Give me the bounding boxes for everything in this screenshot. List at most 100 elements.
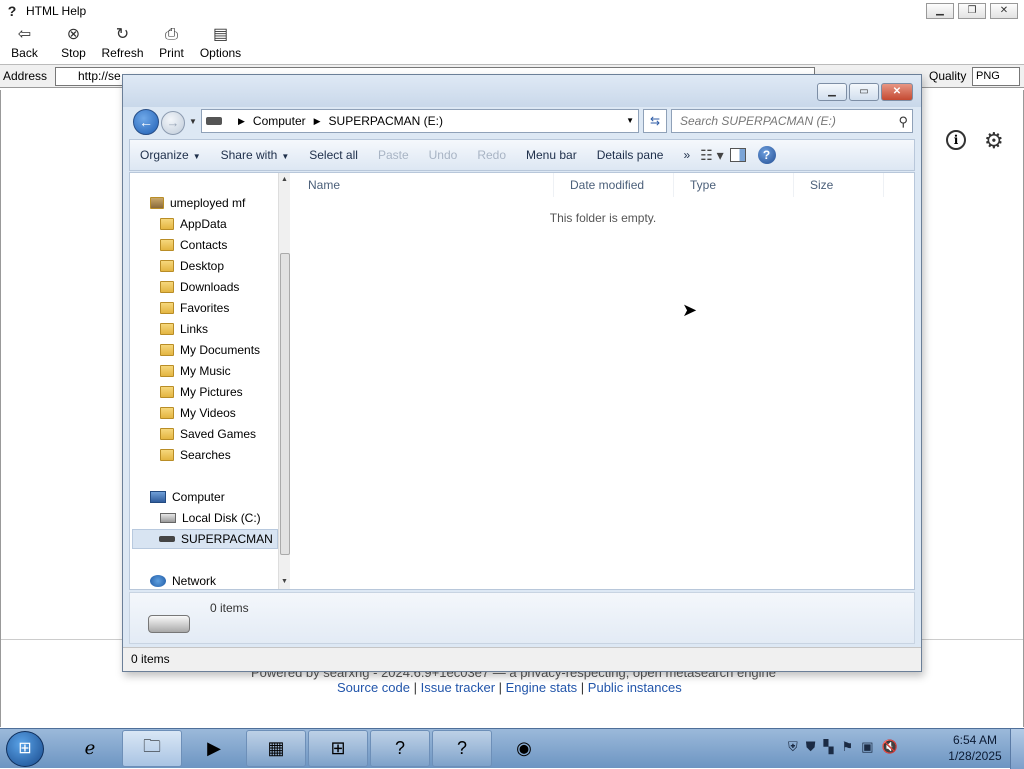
gear-icon[interactable]: ⚙: [984, 128, 1004, 154]
refresh-nav-button[interactable]: ⇆: [643, 109, 667, 133]
tree-item-desktop[interactable]: Desktop: [160, 256, 224, 276]
user-folder-icon: [150, 197, 164, 209]
tree-item-contacts[interactable]: Contacts: [160, 235, 227, 255]
display-icon[interactable]: ▣: [861, 739, 873, 755]
view-options-icon[interactable]: ☷ ▾: [700, 147, 723, 164]
scrollbar-thumb[interactable]: [280, 253, 290, 555]
breadcrumb-chevron-icon[interactable]: ▶: [314, 116, 321, 127]
tree-item-my-music[interactable]: My Music: [160, 361, 231, 381]
tree-item-computer[interactable]: Computer: [150, 487, 225, 507]
address-dropdown-icon[interactable]: ▼: [626, 116, 634, 125]
public-instances-link[interactable]: Public instances: [588, 680, 682, 695]
media-player-taskbar-icon[interactable]: ▶: [184, 730, 244, 767]
help-window-title: HTML Help: [26, 4, 87, 18]
volume-muted-icon[interactable]: 🔇: [881, 739, 897, 755]
issue-tracker-link[interactable]: Issue tracker: [421, 680, 495, 695]
engine-stats-link[interactable]: Engine stats: [506, 680, 578, 695]
removable-drive-icon: [148, 615, 190, 633]
tree-scrollbar[interactable]: ▲ ▼: [278, 173, 290, 589]
explorer-window: ▁ ▭ ✕ ← → ▼ ▶ Computer ▶ SUPERPACMAN (E:…: [122, 74, 922, 672]
tree-item-favorites[interactable]: Favorites: [160, 298, 229, 318]
tree-item-my-videos[interactable]: My Videos: [160, 403, 236, 423]
control-panel-taskbar-button[interactable]: ▦: [246, 730, 306, 767]
flag-icon[interactable]: ⚑: [842, 739, 854, 755]
print-button[interactable]: ⎙ Print: [147, 22, 196, 64]
preview-pane-icon[interactable]: [729, 148, 746, 162]
tree-item-saved-games[interactable]: Saved Games: [160, 424, 256, 444]
breadcrumb-chevron-icon[interactable]: ▶: [238, 116, 245, 127]
folder-icon: [160, 407, 174, 419]
show-desktop-button[interactable]: [1010, 729, 1024, 769]
organize-button[interactable]: Organize ▼: [130, 148, 211, 162]
status-bar: 0 items: [123, 647, 921, 671]
file-list[interactable]: Name Date modified Type Size This folder…: [292, 173, 914, 589]
refresh-icon: ↻: [115, 26, 130, 43]
share-with-button[interactable]: Share with ▼: [211, 148, 300, 162]
tree-item-user[interactable]: umeployed mf: [150, 193, 245, 213]
help-taskbar-button-1[interactable]: ?: [370, 730, 430, 767]
tree-item-superpacman[interactable]: SUPERPACMAN: [132, 529, 278, 549]
network-status-icon[interactable]: ▚: [824, 739, 834, 755]
undo-button[interactable]: Undo: [419, 148, 468, 162]
back-nav-button[interactable]: ←: [133, 109, 159, 135]
internet-explorer-taskbar-icon[interactable]: ℯ: [60, 730, 120, 767]
tree-item-links[interactable]: Links: [160, 319, 208, 339]
info-icon[interactable]: i: [946, 130, 966, 150]
help-restore-button[interactable]: ❐: [958, 3, 986, 19]
column-name[interactable]: Name: [292, 173, 554, 197]
tree-item-downloads[interactable]: Downloads: [160, 277, 239, 297]
shield-icon[interactable]: ⛨: [788, 739, 798, 755]
details-pane-button[interactable]: Details pane: [587, 148, 674, 162]
stop-button[interactable]: ⊗ Stop: [49, 22, 98, 64]
firefox-taskbar-icon[interactable]: ◉: [494, 730, 554, 767]
explorer-taskbar-button[interactable]: 🗀: [122, 730, 182, 767]
column-type[interactable]: Type: [674, 173, 794, 197]
redo-button[interactable]: Redo: [467, 148, 516, 162]
clock-time: 6:54 AM: [952, 733, 998, 747]
help-toolbar: ⇦ Back ⊗ Stop ↻ Refresh ⎙ Print ▤ Option…: [0, 22, 1024, 64]
breadcrumb-drive[interactable]: SUPERPACMAN (E:): [329, 114, 443, 128]
options-button[interactable]: ▤ Options: [196, 22, 245, 64]
explorer-titlebar[interactable]: ▁ ▭ ✕: [123, 75, 921, 107]
folder-icon: [160, 218, 174, 230]
taskbar-clock[interactable]: 6:54 AM 1/28/2025: [940, 732, 1010, 764]
folder-icon: [160, 344, 174, 356]
help-close-button[interactable]: ✕: [990, 3, 1018, 19]
scroll-up-icon[interactable]: ▲: [281, 176, 288, 183]
security-icon[interactable]: ⛊: [806, 739, 816, 755]
column-date-modified[interactable]: Date modified: [554, 173, 674, 197]
tree-item-my-pictures[interactable]: My Pictures: [160, 382, 243, 402]
back-button[interactable]: ⇦ Back: [0, 22, 49, 64]
explorer-close-button[interactable]: ✕: [881, 83, 913, 101]
quality-label: Quality: [929, 69, 967, 83]
tree-item-network[interactable]: Network: [150, 571, 216, 589]
column-size[interactable]: Size: [794, 173, 884, 197]
explorer-maximize-button[interactable]: ▭: [849, 83, 879, 101]
quality-select[interactable]: PNG: [972, 67, 1020, 86]
breadcrumb[interactable]: ▶ Computer ▶ SUPERPACMAN (E:) ▼: [201, 109, 639, 133]
tree-item-searches[interactable]: Searches: [160, 445, 231, 465]
tree-item-local-disk[interactable]: Local Disk (C:): [160, 508, 261, 528]
help-icon[interactable]: ?: [757, 146, 776, 164]
recent-pages-dropdown-icon[interactable]: ▼: [189, 117, 197, 126]
source-code-link[interactable]: Source code: [337, 680, 410, 695]
explorer-minimize-button[interactable]: ▁: [817, 83, 847, 101]
start-button[interactable]: ⊞: [6, 731, 44, 767]
breadcrumb-computer[interactable]: Computer: [253, 114, 306, 128]
search-icon[interactable]: ⚲: [898, 111, 908, 133]
scroll-down-icon[interactable]: ▼: [281, 578, 288, 585]
paste-button[interactable]: Paste: [368, 148, 419, 162]
refresh-button[interactable]: ↻ Refresh: [98, 22, 147, 64]
forward-nav-button[interactable]: →: [161, 111, 185, 135]
help-taskbar-button-2[interactable]: ?: [432, 730, 492, 767]
tree-item-appdata[interactable]: AppData: [160, 214, 227, 234]
help-minimize-button[interactable]: ▁: [926, 3, 954, 19]
menu-bar-button[interactable]: Menu bar: [516, 148, 587, 162]
select-all-button[interactable]: Select all: [299, 148, 368, 162]
folder-icon: [160, 260, 174, 272]
folder-icon: [160, 302, 174, 314]
tree-item-my-documents[interactable]: My Documents: [160, 340, 260, 360]
search-input[interactable]: Search SUPERPACMAN (E:) ⚲: [671, 109, 913, 133]
windows-taskbar-button[interactable]: ⊞: [308, 730, 368, 767]
more-commands-button[interactable]: »: [673, 148, 700, 162]
